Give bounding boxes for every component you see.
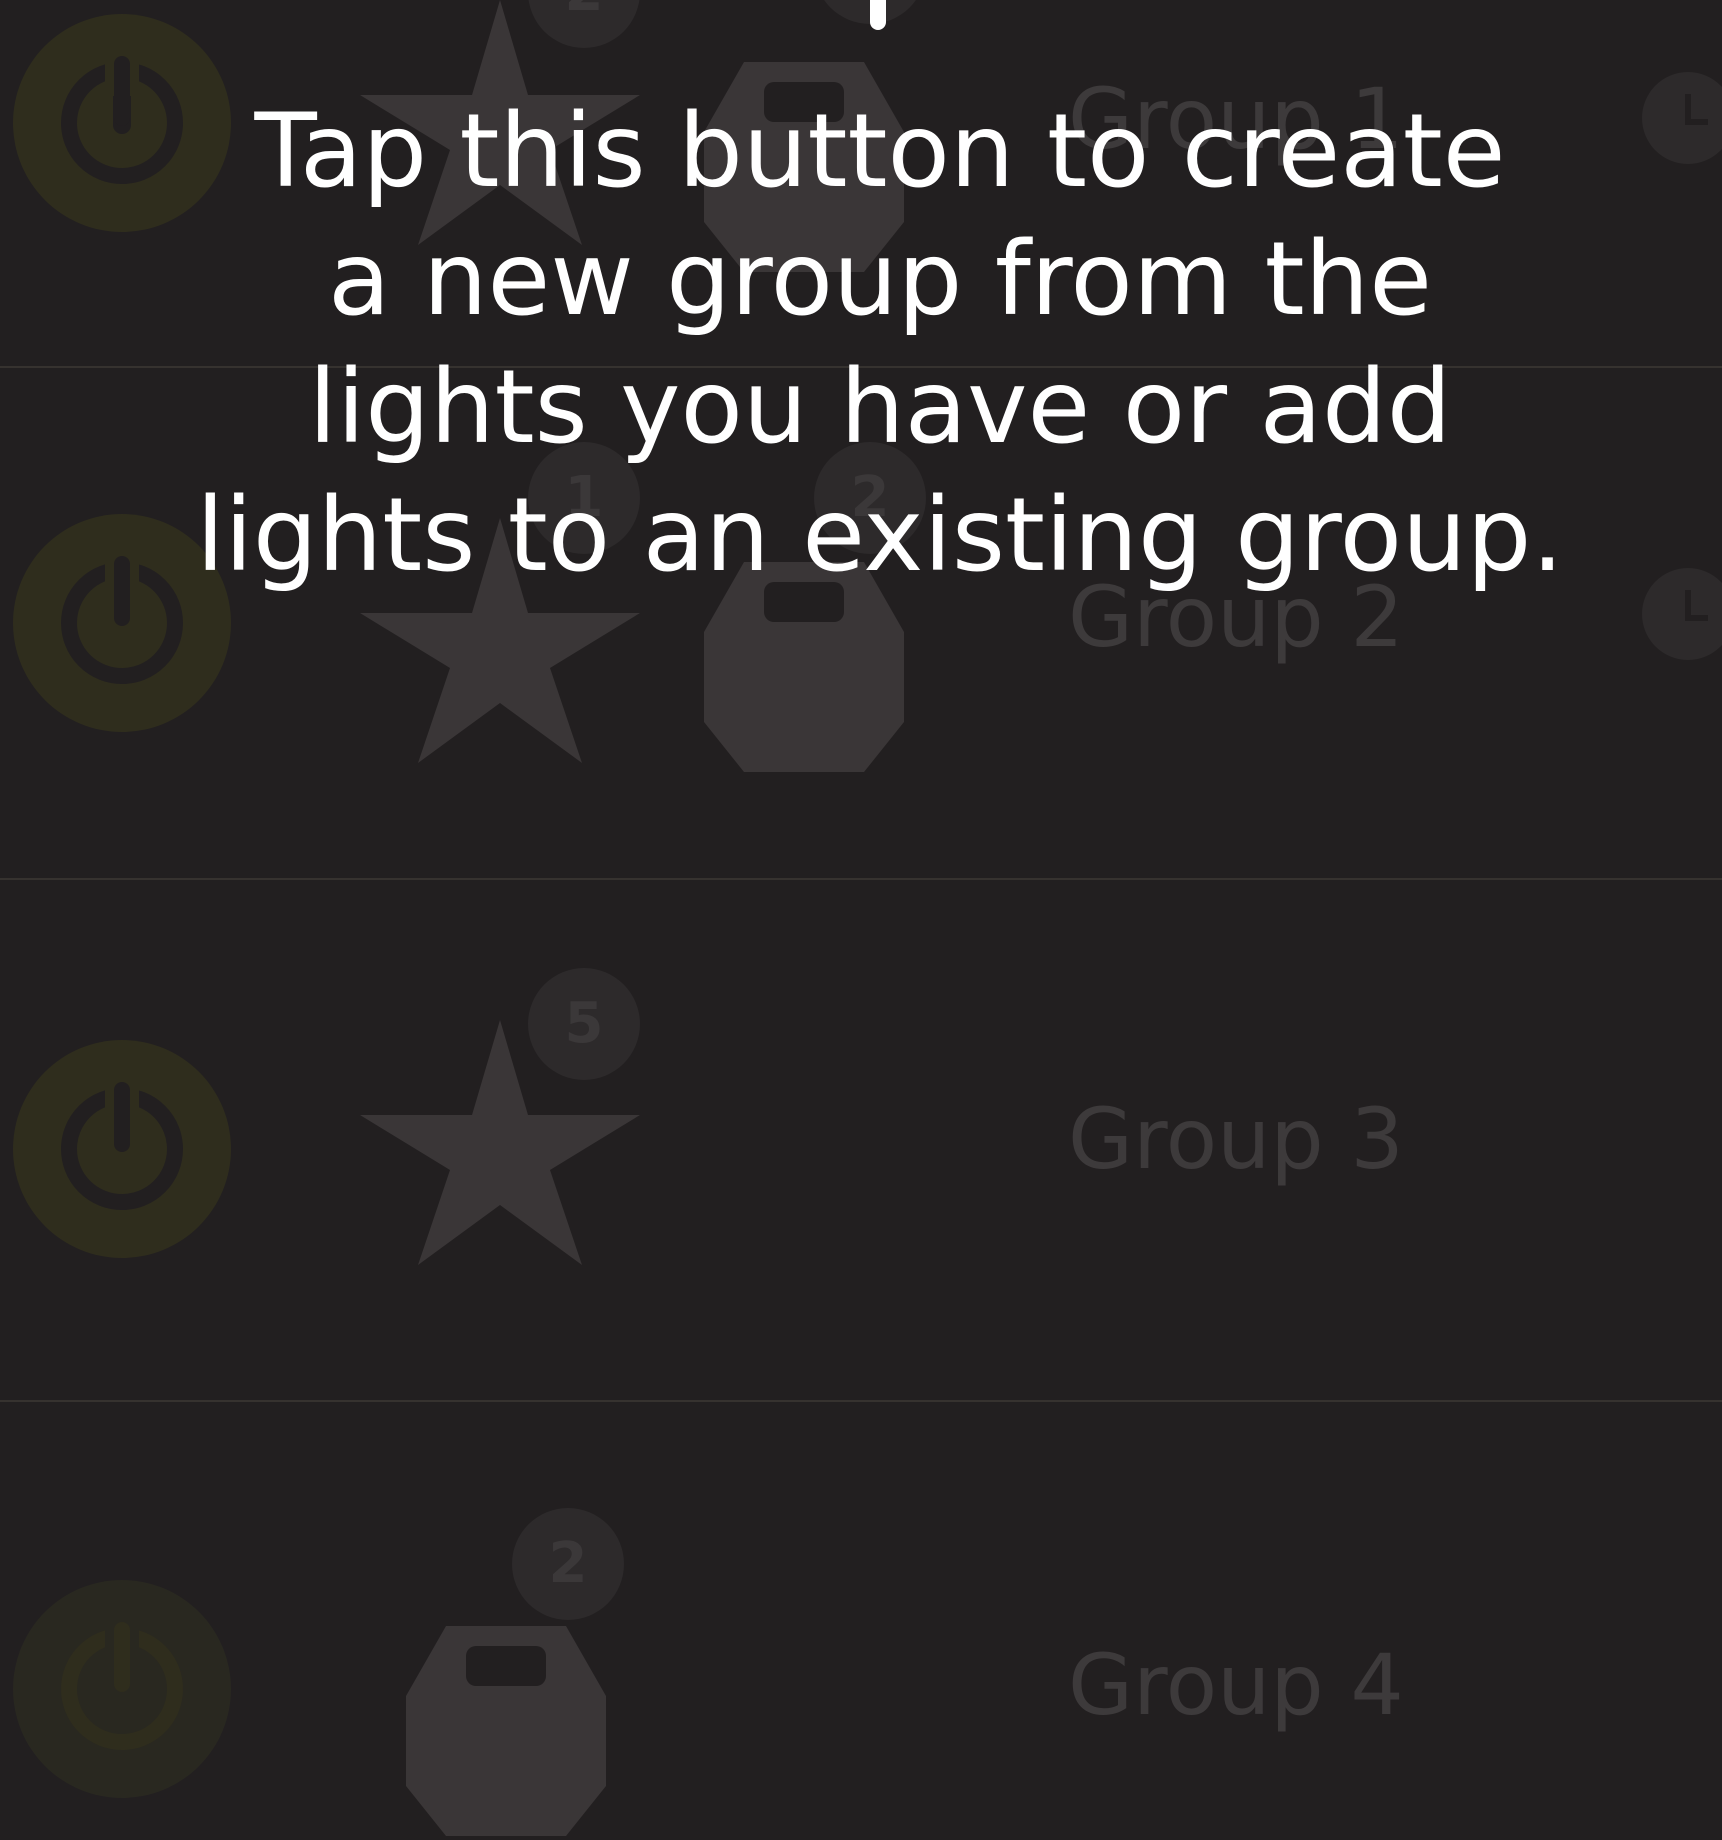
power-toggle-button[interactable] <box>13 1580 231 1798</box>
onboarding-tooltip: Tap this button to create a new group fr… <box>120 88 1640 600</box>
light-count-badge: 2 <box>512 1508 624 1620</box>
group-row-4[interactable]: 2 Group 4 <box>0 1402 1722 1836</box>
tooltip-line: lights to an existing group. <box>196 476 1564 595</box>
timer-clock-icon[interactable] <box>1642 568 1722 660</box>
power-toggle-button[interactable] <box>13 1040 231 1258</box>
group-name-label[interactable]: Group 4 <box>1068 1636 1404 1734</box>
tooltip-line: Tap this button to create <box>254 92 1506 211</box>
power-icon <box>13 1580 231 1798</box>
tooltip-line: a new group from the <box>327 220 1433 339</box>
light-count-badge: 5 <box>528 968 640 1080</box>
lamp-icon <box>396 1626 616 1840</box>
timer-clock-icon[interactable] <box>1642 72 1722 164</box>
tooltip-pointer <box>870 0 886 30</box>
group-name-label[interactable]: Group 3 <box>1068 1090 1404 1188</box>
group-row-3[interactable]: 5 Group 3 <box>0 880 1722 1402</box>
power-icon <box>13 1040 231 1258</box>
tooltip-line: lights you have or add <box>308 348 1452 467</box>
